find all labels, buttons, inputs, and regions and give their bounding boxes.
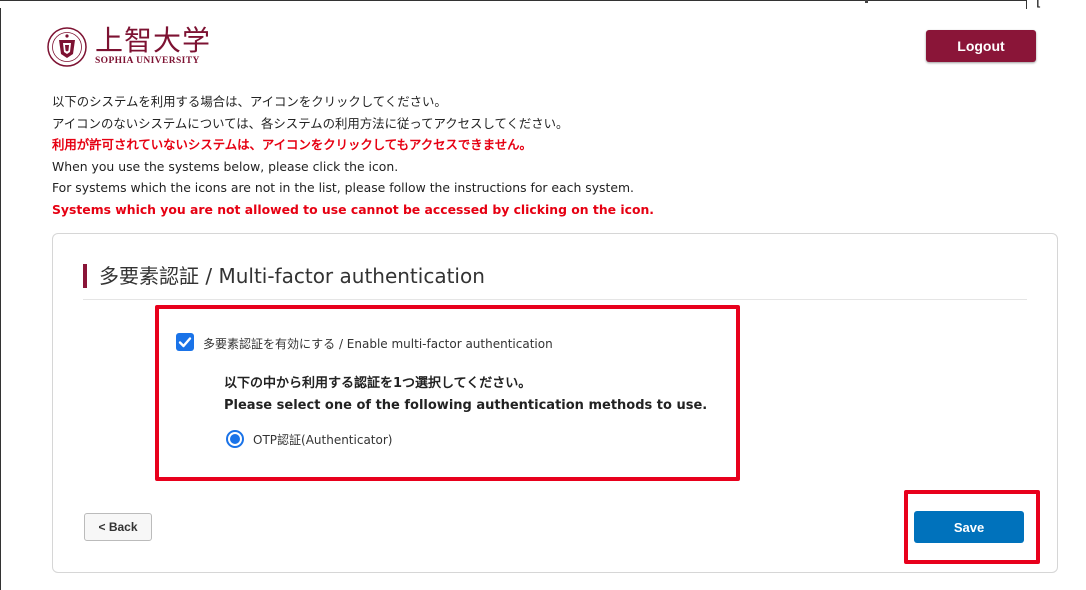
title-divider bbox=[83, 299, 1027, 300]
sophia-logo: 上智大学 SOPHIA UNIVERSITY bbox=[47, 27, 211, 67]
notice-jp-line-1: 以下のシステムを利用する場合は、アイコンをクリックしてください。 bbox=[52, 94, 447, 109]
enable-mfa-label-en: / Enable multi-factor authentication bbox=[335, 337, 553, 351]
logo-japanese-text: 上智大学 bbox=[95, 24, 212, 58]
corner-bracket: [ bbox=[1036, 0, 1042, 10]
notice-jp-warning: 利用が許可されていないシステムは、アイコンをクリックしてもアクセスできません。 bbox=[52, 137, 532, 152]
system-notice: 以下のシステムを利用する場合は、アイコンをクリックしてください。 アイコンのない… bbox=[52, 91, 654, 220]
radio-selected-dot bbox=[230, 434, 240, 444]
method-instructions: 以下の中から利用する認証を1つ選択してください。 Please select o… bbox=[224, 373, 707, 417]
notice-en-line-1: When you use the systems below, please c… bbox=[52, 158, 399, 174]
logout-button[interactable]: Logout bbox=[926, 30, 1036, 62]
notice-en-line-2: For systems which the icons are not in t… bbox=[52, 180, 634, 195]
enable-mfa-label[interactable]: 多要素認証を有効にする / Enable multi-factor authen… bbox=[203, 335, 553, 352]
notice-en-warning: Systems which you are not allowed to use… bbox=[52, 201, 654, 217]
save-button[interactable]: Save bbox=[914, 511, 1024, 543]
frame-tick bbox=[865, 0, 868, 3]
window-frame bbox=[0, 0, 1027, 9]
enable-mfa-label-jp: 多要素認証を有効にする bbox=[203, 337, 336, 351]
enable-mfa-checkbox[interactable] bbox=[176, 333, 194, 351]
window-left-edge bbox=[0, 8, 1, 590]
notice-jp-line-2: アイコンのないシステムについては、各システムの利用方法に従ってアクセスしてくださ… bbox=[52, 115, 569, 131]
logo-english-text: SOPHIA UNIVERSITY bbox=[95, 56, 200, 67]
title-accent-bar bbox=[83, 264, 87, 288]
card-title: 多要素認証 / Multi-factor authentication bbox=[99, 264, 485, 288]
back-button[interactable]: < Back bbox=[84, 513, 152, 541]
otp-authenticator-label[interactable]: OTP認証(Authenticator) bbox=[253, 431, 392, 448]
university-seal-icon bbox=[47, 27, 87, 67]
instruction-en: Please select one of the following authe… bbox=[224, 398, 708, 413]
otp-authenticator-radio[interactable] bbox=[226, 430, 244, 448]
instruction-jp: 以下の中から利用する認証を1つ選択してください。 bbox=[224, 376, 532, 391]
checkmark-icon bbox=[178, 337, 192, 348]
